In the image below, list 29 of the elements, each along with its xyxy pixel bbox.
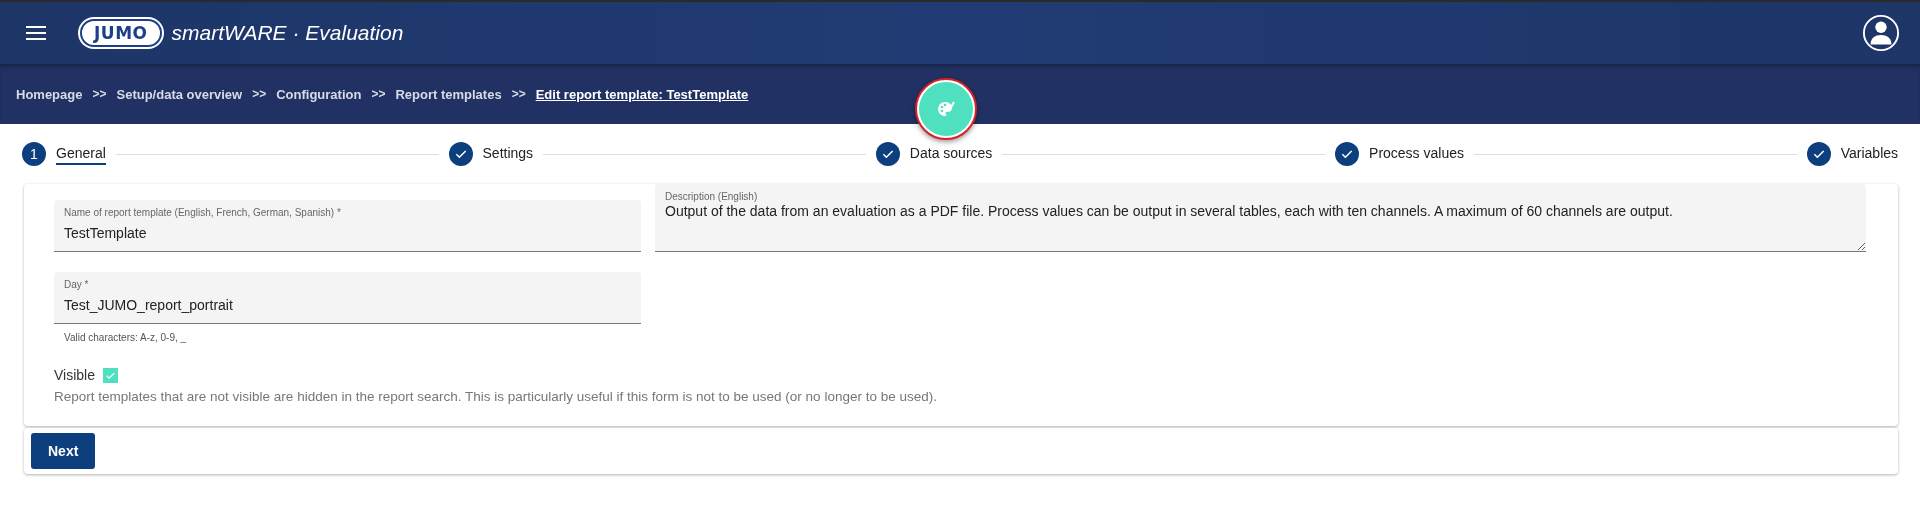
breadcrumb-link[interactable]: Configuration bbox=[276, 86, 362, 102]
breadcrumb-separator: >> bbox=[511, 87, 526, 101]
breadcrumb-separator: >> bbox=[252, 87, 267, 101]
visible-label: Visible bbox=[54, 367, 95, 383]
breadcrumb-link[interactable]: Homepage bbox=[16, 86, 83, 102]
visible-checkbox[interactable] bbox=[103, 367, 118, 383]
breadcrumb-link[interactable]: Report templates bbox=[395, 86, 502, 102]
field-hint: Valid characters: A-z, 0-9, _ bbox=[64, 332, 188, 343]
menu-icon[interactable] bbox=[26, 25, 46, 41]
breadcrumb-separator: >> bbox=[371, 87, 386, 101]
app-title: smartWARE · Evaluation bbox=[171, 21, 404, 45]
step-tab[interactable]: Process values bbox=[1335, 139, 1464, 169]
breadcrumb-link[interactable]: Edit report template: TestTemplate bbox=[535, 86, 749, 102]
field-label: Name of report template (English, French, German, Spanish) * bbox=[64, 207, 341, 218]
field-label: Day * bbox=[64, 279, 89, 290]
next-button[interactable]: Next bbox=[31, 433, 96, 469]
breadcrumb-link[interactable]: Setup/data overview bbox=[116, 86, 243, 102]
palette-icon bbox=[936, 99, 956, 119]
step-tab[interactable]: 1 General bbox=[22, 139, 106, 169]
help-text: Report templates that are not visible are hidden in the report search. This is particularly useful if this form is not to be used (or no longer to be used). bbox=[54, 389, 938, 404]
breadcrumb-separator: >> bbox=[92, 87, 107, 101]
palette-button[interactable] bbox=[915, 78, 977, 140]
step-number: 1 bbox=[22, 142, 46, 166]
step-tab[interactable]: Settings bbox=[448, 139, 534, 169]
field-label: Description (English) bbox=[665, 191, 758, 202]
logo: JUMO bbox=[80, 19, 162, 47]
step-tab[interactable]: Variables bbox=[1806, 139, 1899, 169]
step-tab[interactable]: Data sources bbox=[875, 139, 993, 169]
user-avatar-icon[interactable] bbox=[1862, 14, 1900, 52]
